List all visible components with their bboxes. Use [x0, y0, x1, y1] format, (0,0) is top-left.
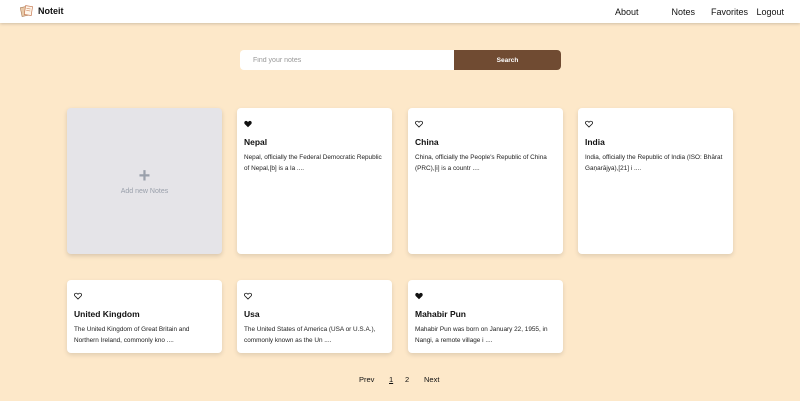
note-card[interactable]: India India, officially the Republic of … [578, 108, 733, 254]
note-card[interactable]: United Kingdom The United Kingdom of Gre… [67, 280, 222, 353]
nav-about-link[interactable]: About [615, 7, 655, 17]
note-title: Usa [244, 309, 260, 319]
add-note-label: Add new Notes [120, 187, 169, 195]
heart-outline-icon[interactable] [415, 120, 423, 128]
notebook-logo-icon [20, 5, 33, 17]
note-preview: India, officially the Republic of India … [585, 154, 723, 172]
heart-filled-icon[interactable] [244, 120, 252, 128]
note-preview: The United States of America (USA or U.S… [244, 326, 376, 344]
heart-outline-icon[interactable] [585, 120, 593, 128]
note-title: Nepal [244, 137, 268, 147]
note-title: India [585, 137, 605, 147]
note-card[interactable]: China China, officially the People's Rep… [408, 108, 563, 254]
heart-outline-icon[interactable] [244, 292, 252, 300]
nav-notes-link[interactable]: Notes [671, 7, 695, 17]
note-card[interactable]: Nepal Nepal, officially the Federal Demo… [237, 108, 392, 254]
heart-filled-icon[interactable] [415, 292, 423, 300]
note-title: United Kingdom [74, 309, 140, 319]
heart-outline-icon[interactable] [74, 292, 82, 300]
next-page-button[interactable]: Next [424, 375, 439, 384]
brand[interactable]: Noteit [20, 4, 64, 18]
note-title: Mahabir Pun [415, 309, 467, 319]
note-preview: The United Kingdom of Great Britain and … [74, 326, 190, 344]
search-button[interactable]: Search [454, 50, 561, 70]
add-note-card[interactable]: + Add new Notes [67, 108, 222, 254]
search-bar: Search [240, 50, 561, 70]
pagination: Prev 1 2 Next [0, 375, 800, 387]
page-1-link[interactable]: 1 [389, 375, 393, 384]
note-card[interactable]: Mahabir Pun Mahabir Pun was born on Janu… [408, 280, 563, 353]
note-preview: China, officially the People's Republic … [415, 154, 547, 172]
note-preview: Mahabir Pun was born on January 22, 1955… [415, 326, 548, 344]
plus-icon: + [138, 164, 151, 187]
page-2-link[interactable]: 2 [405, 375, 409, 384]
logout-link[interactable]: Logout [756, 7, 784, 17]
brand-name: Noteit [38, 6, 64, 16]
top-navbar: Noteit About Notes Favorites Logout [0, 0, 800, 23]
note-preview: Nepal, officially the Federal Democratic… [244, 154, 382, 172]
nav-favorites-link[interactable]: Favorites [711, 7, 748, 17]
note-card[interactable]: Usa The United States of America (USA or… [237, 280, 392, 353]
note-title: China [415, 137, 439, 147]
prev-page-button[interactable]: Prev [359, 375, 374, 384]
search-input[interactable] [240, 50, 454, 70]
